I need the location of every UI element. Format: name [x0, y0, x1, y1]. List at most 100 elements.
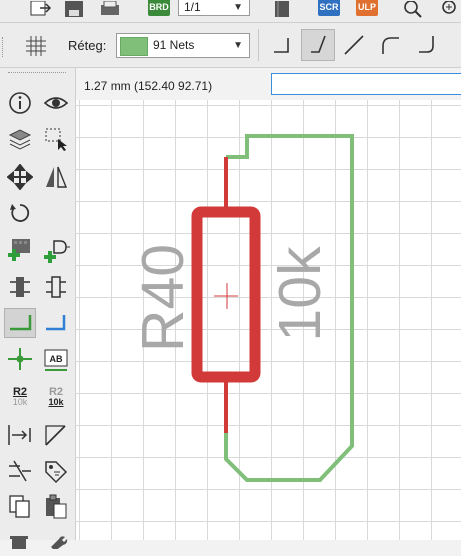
part-name-label[interactable]: R40 — [130, 244, 196, 352]
layer-settings-tool[interactable] — [4, 124, 36, 154]
bend-style-45-button[interactable] — [301, 29, 335, 61]
bend-round-icon — [419, 36, 434, 53]
route-tool[interactable] — [4, 308, 36, 338]
wire-icon — [46, 315, 66, 331]
resistor-body-outline[interactable] — [191, 206, 261, 383]
mirror-icon — [46, 166, 68, 188]
add-gate-icon — [44, 240, 70, 263]
script-button[interactable]: SCR — [316, 0, 342, 20]
grid-button[interactable] — [20, 31, 52, 61]
value-tool[interactable]: R2 10k — [40, 382, 72, 412]
junction-icon — [8, 348, 32, 370]
info-icon — [9, 92, 31, 114]
bend-straight-icon — [344, 35, 364, 55]
miter-icon — [45, 425, 66, 446]
name-tool-10k: 10k — [12, 397, 28, 407]
ulp-badge: ULP — [356, 0, 378, 16]
delete-tool[interactable] — [4, 526, 36, 556]
split-tool[interactable] — [4, 456, 36, 486]
text-label-icon: AB — [44, 349, 68, 371]
command-line-input[interactable] — [271, 73, 461, 95]
ripup-icon — [8, 425, 31, 445]
name-tool-icon: R2 10k — [12, 386, 28, 408]
replace-part-icon — [10, 277, 30, 297]
pinswap-tool[interactable] — [40, 272, 72, 302]
bend-style-arc-button[interactable] — [373, 29, 407, 61]
ab-text: AB — [50, 354, 63, 364]
layers-button[interactable] — [268, 0, 296, 20]
junction-tool[interactable] — [4, 344, 36, 374]
show-tool[interactable] — [40, 88, 72, 118]
split-icon — [9, 460, 31, 482]
move-arrows-icon — [7, 164, 33, 190]
layer-label: Réteg: — [68, 38, 107, 53]
part-value-label[interactable]: 10k — [267, 246, 333, 342]
chevron-down-icon: ▼ — [233, 40, 243, 51]
top-toolbar: BRD 1/1 ▼ SCR ULP — [0, 0, 461, 23]
brd-badge: BRD — [148, 0, 170, 16]
bend-style-straight-button[interactable] — [337, 29, 371, 61]
value-tool-icon: R2 10k — [48, 387, 64, 408]
sheet-select[interactable]: 1/1 ▼ — [178, 0, 250, 16]
export-icon — [30, 1, 52, 16]
add-part-tool[interactable] — [4, 236, 36, 266]
save-icon — [65, 1, 83, 17]
wrench-icon — [51, 536, 68, 549]
board-canvas[interactable]: R40 10k — [76, 100, 461, 540]
route-wire-icon — [10, 315, 32, 331]
paste-tool[interactable] — [40, 492, 72, 522]
wire-parameter-toolbar: Réteg: 91 Nets ▼ — [0, 23, 461, 68]
select-rect-icon — [45, 128, 67, 151]
trash-icon — [10, 536, 28, 549]
text-tool[interactable]: AB — [40, 344, 72, 374]
ulp-button[interactable]: ULP — [354, 0, 380, 20]
miter-tool[interactable] — [40, 420, 72, 450]
board-switch-button[interactable]: BRD — [146, 0, 172, 20]
name-tool[interactable]: R2 10k — [4, 382, 36, 412]
sheet-value: 1/1 — [184, 0, 201, 14]
zoom-button[interactable] — [400, 0, 426, 20]
attribute-tool[interactable] — [40, 456, 72, 486]
cursor-coordinates: 1.27 mm (152.40 92.71) — [84, 79, 213, 93]
coordinate-bar: 1.27 mm (152.40 92.71) — [76, 68, 461, 100]
grid-icon — [26, 36, 46, 56]
wrench-tool[interactable] — [40, 526, 72, 556]
add-gate-tool[interactable] — [40, 236, 72, 266]
ripup-tool[interactable] — [4, 420, 36, 450]
zoom-in-icon — [441, 1, 456, 14]
zoom-in-button[interactable] — [436, 0, 461, 20]
save-button[interactable] — [60, 0, 88, 20]
export-button[interactable] — [25, 0, 55, 20]
layer-select[interactable]: 91 Nets ▼ — [116, 33, 250, 58]
name-tool-r2: R2 — [12, 386, 28, 398]
rotate-tool[interactable] — [4, 198, 36, 228]
pin-swap-icon — [46, 276, 66, 298]
copy-tool[interactable] — [4, 492, 36, 522]
book-icon — [275, 1, 289, 17]
scr-badge: SCR — [318, 0, 340, 16]
chevron-down-icon: ▼ — [233, 2, 243, 13]
print-icon — [101, 1, 119, 15]
value-tool-10k: 10k — [48, 397, 64, 407]
select-tool[interactable] — [40, 124, 72, 154]
info-tool[interactable] — [4, 88, 36, 118]
magnifier-icon — [404, 1, 422, 18]
copy-icon — [9, 495, 30, 518]
bend-style-round-button[interactable] — [409, 29, 443, 61]
paste-icon — [46, 494, 67, 519]
divider — [258, 29, 259, 61]
layer-color-swatch — [120, 37, 148, 56]
move-tool[interactable] — [4, 162, 36, 192]
part-origin-cross — [214, 283, 238, 309]
eye-icon — [43, 97, 69, 109]
bend-style-90-button[interactable] — [264, 29, 298, 61]
board-drawing[interactable]: R40 10k — [76, 100, 461, 540]
print-button[interactable] — [95, 0, 125, 20]
wire-tool[interactable] — [40, 308, 72, 338]
bend-arc-icon — [382, 37, 399, 54]
replace-tool[interactable] — [4, 272, 36, 302]
mirror-tool[interactable] — [40, 162, 72, 192]
bend-90-icon — [274, 38, 289, 53]
layers-icon — [8, 129, 32, 150]
rotate-icon — [10, 204, 30, 222]
